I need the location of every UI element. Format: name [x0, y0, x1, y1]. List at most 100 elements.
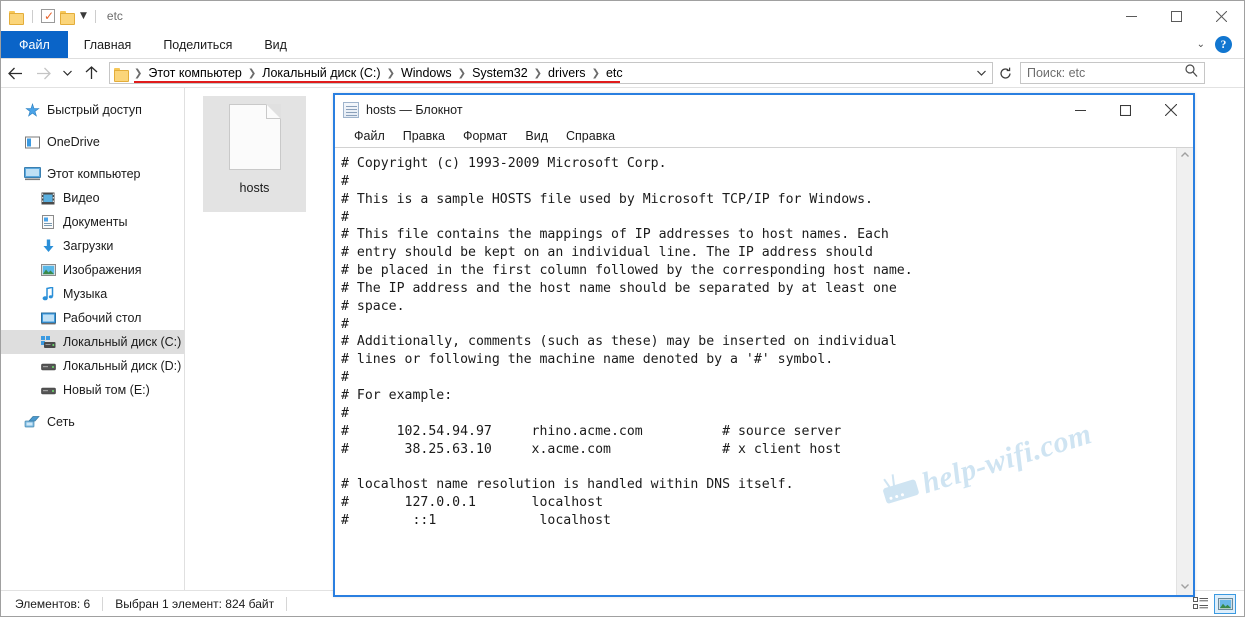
sidebar-item-pictures[interactable]: Изображения [1, 258, 184, 282]
volume-e-icon [39, 385, 57, 396]
sidebar-item-this-pc[interactable]: Этот компьютер [1, 162, 184, 186]
search-input[interactable]: Поиск: etc [1020, 62, 1205, 84]
sidebar-item-music[interactable]: Музыка [1, 282, 184, 306]
sidebar-item-label: Локальный диск (C:) [63, 335, 181, 349]
address-bar-row: ❯ Этот компьютер ❯ Локальный диск (C:) ❯… [1, 59, 1244, 87]
breadcrumb-separator: ❯ [590, 68, 602, 79]
onedrive-icon [23, 136, 41, 149]
breadcrumb-item-this-pc[interactable]: Этот компьютер [144, 66, 245, 80]
sidebar-item-local-disk-c[interactable]: Локальный диск (C:) [1, 330, 184, 354]
help-icon[interactable]: ? [1215, 36, 1232, 53]
sidebar-item-new-volume-e[interactable]: Новый том (E:) [1, 378, 184, 402]
folder-icon [114, 67, 129, 80]
sidebar-item-network[interactable]: Сеть [1, 410, 184, 434]
sidebar-gap [1, 154, 184, 162]
menu-item-file[interactable]: Файл [345, 129, 394, 143]
breadcrumb-item-etc[interactable]: etc [602, 66, 627, 80]
menu-item-view[interactable]: Вид [516, 129, 557, 143]
navigation-sidebar[interactable]: Быстрый доступ OneDrive Этот компьютер [1, 88, 185, 590]
ribbon-tabbar: Файл Главная Поделиться Вид ⌄ ? [1, 31, 1244, 59]
sidebar-item-local-disk-d[interactable]: Локальный диск (D:) [1, 354, 184, 378]
notepad-scrollbar[interactable] [1176, 148, 1193, 595]
blank-document-icon [229, 104, 281, 170]
breadcrumb-item-system32[interactable]: System32 [468, 66, 532, 80]
forward-button[interactable] [29, 60, 57, 86]
video-icon [39, 192, 57, 205]
notepad-titlebar: hosts — Блокнот [335, 95, 1193, 125]
sidebar-item-onedrive[interactable]: OneDrive [1, 130, 184, 154]
sidebar-item-desktop[interactable]: Рабочий стол [1, 306, 184, 330]
hosts-file-content[interactable]: # Copyright (c) 1993-2009 Microsoft Corp… [335, 148, 1176, 595]
sidebar-item-videos[interactable]: Видео [1, 186, 184, 210]
menu-item-edit[interactable]: Правка [394, 129, 454, 143]
close-icon[interactable] [1148, 95, 1193, 125]
search-icon[interactable] [1185, 64, 1198, 82]
chevron-down-icon[interactable]: ▼ [80, 12, 87, 21]
properties-icon[interactable]: ✓ [41, 9, 55, 23]
address-bar[interactable]: ❯ Этот компьютер ❯ Локальный диск (C:) ❯… [109, 62, 993, 84]
back-button[interactable] [1, 60, 29, 86]
notepad-menubar: Файл Правка Формат Вид Справка [335, 125, 1193, 147]
sidebar-item-label: Быстрый доступ [47, 103, 142, 117]
status-selection-info: Выбран 1 элемент: 824 байт [115, 597, 274, 611]
tab-view[interactable]: Вид [248, 31, 303, 58]
menu-item-help[interactable]: Справка [557, 129, 624, 143]
sidebar-item-label: Этот компьютер [47, 167, 140, 181]
breadcrumb-highlight-underline [134, 81, 620, 84]
scroll-down-icon[interactable] [1181, 582, 1189, 592]
explorer-window-controls [1109, 1, 1244, 31]
notepad-window-controls [1058, 95, 1193, 125]
downloads-icon [39, 239, 57, 253]
breadcrumb-separator: ❯ [456, 68, 468, 79]
desktop-icon [39, 312, 57, 325]
tab-home[interactable]: Главная [68, 31, 148, 58]
breadcrumb-item-windows[interactable]: Windows [397, 66, 456, 80]
scroll-up-icon[interactable] [1181, 151, 1189, 161]
status-divider [102, 597, 103, 611]
chevron-down-icon[interactable] [977, 68, 988, 79]
notepad-icon [343, 102, 359, 118]
explorer-window: ✓ ▼ etc Файл Главная Поделиться Вид ⌄ ? [0, 0, 1245, 617]
tab-share[interactable]: Поделиться [147, 31, 248, 58]
view-mode-buttons [1190, 594, 1244, 614]
pictures-icon [39, 264, 57, 276]
large-icons-view-icon[interactable] [1214, 594, 1236, 614]
new-folder-icon[interactable] [60, 10, 75, 23]
close-icon[interactable] [1199, 1, 1244, 31]
network-icon [23, 415, 41, 429]
minimize-icon[interactable] [1109, 1, 1154, 31]
breadcrumb-item-drivers[interactable]: drivers [544, 66, 590, 80]
breadcrumb-separator: ❯ [132, 68, 144, 79]
quick-access-toolbar: ✓ ▼ etc [1, 1, 123, 31]
refresh-button[interactable] [993, 62, 1017, 84]
local-disk-d-icon [39, 361, 57, 372]
sidebar-item-downloads[interactable]: Загрузки [1, 234, 184, 258]
sidebar-item-documents[interactable]: Документы [1, 210, 184, 234]
file-item-label: hosts [240, 181, 270, 195]
maximize-icon[interactable] [1103, 95, 1148, 125]
local-disk-c-icon [39, 336, 57, 349]
tab-file[interactable]: Файл [1, 31, 68, 58]
menu-item-format[interactable]: Формат [454, 129, 516, 143]
breadcrumb-separator: ❯ [385, 68, 397, 79]
recent-locations-button[interactable] [57, 60, 77, 86]
minimize-icon[interactable] [1058, 95, 1103, 125]
notepad-text-area[interactable]: help-wifi.com # Copyright (c) 1993-2009 … [335, 147, 1193, 595]
up-button[interactable] [77, 60, 105, 86]
folder-icon[interactable] [9, 10, 24, 23]
sidebar-item-label: Видео [63, 191, 100, 205]
star-icon [23, 103, 41, 118]
chevron-down-icon[interactable]: ⌄ [1197, 39, 1205, 50]
sidebar-item-label: Музыка [63, 287, 107, 301]
sidebar-item-label: Локальный диск (D:) [63, 359, 181, 373]
maximize-icon[interactable] [1154, 1, 1199, 31]
sidebar-item-quick-access[interactable]: Быстрый доступ [1, 98, 184, 122]
breadcrumb: ❯ Этот компьютер ❯ Локальный диск (C:) ❯… [132, 66, 627, 80]
file-item-hosts[interactable]: hosts [203, 96, 306, 212]
sidebar-item-label: Изображения [63, 263, 142, 277]
music-icon [39, 287, 57, 301]
status-divider [286, 597, 287, 611]
sidebar-item-label: Сеть [47, 415, 75, 429]
breadcrumb-item-local-disk-c[interactable]: Локальный диск (C:) [258, 66, 384, 80]
computer-icon [23, 167, 41, 181]
